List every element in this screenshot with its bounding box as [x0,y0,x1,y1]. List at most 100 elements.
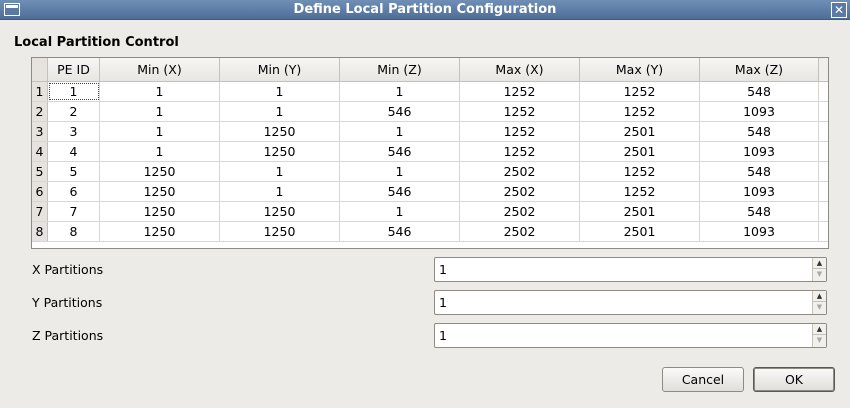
row-number[interactable]: 4 [32,142,48,161]
y-partitions-spinner[interactable]: 1 ▲ ▼ [434,290,827,315]
table-cell[interactable]: 1 [220,182,340,201]
table-cell[interactable]: 1 [100,82,220,101]
table-cell[interactable]: 8 [48,222,100,241]
table-row[interactable]: 5 5 1250 1 1 2502 1252 548 [32,162,828,182]
table-cell[interactable]: 1250 [100,162,220,181]
table-cell[interactable]: 1 [340,122,460,141]
table-cell[interactable]: 2502 [460,202,580,221]
table-cell[interactable]: 548 [700,162,819,181]
column-header[interactable]: Max (Y) [580,58,700,81]
table-cell[interactable]: 1 [220,82,340,101]
table-cell[interactable]: 1252 [460,102,580,121]
spin-up-icon[interactable]: ▲ [813,258,826,269]
x-partitions-value[interactable]: 1 [439,262,447,277]
spin-up-icon[interactable]: ▲ [813,324,826,335]
partition-table: PE ID Min (X) Min (Y) Min (Z) Max (X) Ma… [31,57,829,249]
row-number[interactable]: 7 [32,202,48,221]
table-cell[interactable]: 4 [48,142,100,161]
table-cell[interactable]: 2501 [580,122,700,141]
table-cell[interactable]: 1 [100,102,220,121]
table-cell[interactable]: 546 [340,142,460,161]
row-number[interactable]: 5 [32,162,48,181]
table-cell[interactable]: 1250 [220,122,340,141]
table-cell[interactable]: 1252 [460,82,580,101]
table-cell[interactable]: 1250 [100,202,220,221]
column-header[interactable]: Min (Z) [340,58,460,81]
table-row[interactable]: 7 7 1250 1250 1 2502 2501 548 [32,202,828,222]
row-number[interactable]: 3 [32,122,48,141]
window-title: Define Local Partition Configuration [293,2,557,17]
table-cell[interactable]: 1252 [580,162,700,181]
ok-button[interactable]: OK [753,367,835,392]
table-cell[interactable]: 1252 [580,182,700,201]
table-cell[interactable]: 1093 [700,102,819,121]
table-cell[interactable]: 548 [700,82,819,101]
table-cell[interactable]: 1 [100,142,220,161]
table-cell[interactable]: 5 [48,162,100,181]
table-cell[interactable]: 1252 [580,82,700,101]
column-header[interactable]: Max (Z) [700,58,819,81]
spin-down-icon[interactable]: ▼ [813,335,826,346]
table-cell[interactable]: 2502 [460,162,580,181]
table-cell[interactable]: 546 [340,222,460,241]
table-row[interactable]: 1 1 1 1 1 1252 1252 548 [32,82,828,102]
table-cell[interactable]: 548 [700,202,819,221]
table-cell[interactable]: 2501 [580,202,700,221]
table-cell[interactable]: 1252 [460,142,580,161]
column-header[interactable]: PE ID [48,58,100,81]
table-cell[interactable]: 1250 [220,222,340,241]
table-cell[interactable]: 2502 [460,222,580,241]
table-cell[interactable]: 1252 [460,122,580,141]
row-number[interactable]: 2 [32,102,48,121]
table-cell[interactable]: 1 [340,202,460,221]
table-header: PE ID Min (X) Min (Y) Min (Z) Max (X) Ma… [32,58,828,82]
row-number[interactable]: 8 [32,222,48,241]
table-cell[interactable]: 1 [220,102,340,121]
table-cell[interactable]: 1093 [700,182,819,201]
table-cell[interactable]: 548 [700,122,819,141]
table-cell[interactable]: 1250 [220,142,340,161]
column-header[interactable]: Min (Y) [220,58,340,81]
table-cell[interactable]: 2502 [460,182,580,201]
table-cell[interactable]: 1250 [220,202,340,221]
cancel-button[interactable]: Cancel [662,367,744,392]
table-row[interactable]: 2 2 1 1 546 1252 1252 1093 [32,102,828,122]
table-cell[interactable]: 1250 [100,222,220,241]
spin-up-icon[interactable]: ▲ [813,291,826,302]
table-cell[interactable]: 1 [220,162,340,181]
table-cell[interactable]: 1 [340,162,460,181]
table-cell[interactable]: 3 [48,122,100,141]
table-cell[interactable]: 1250 [100,182,220,201]
table-cell[interactable]: 1093 [700,142,819,161]
table-cell[interactable]: 1 [100,122,220,141]
table-cell[interactable]: 2501 [580,142,700,161]
table-cell[interactable]: 1 [340,82,460,101]
spin-down-icon[interactable]: ▼ [813,269,826,280]
table-row[interactable]: 4 4 1 1250 546 1252 2501 1093 [32,142,828,162]
row-number[interactable]: 1 [32,82,48,101]
table-row[interactable]: 3 3 1 1250 1 1252 2501 548 [32,122,828,142]
table-cell[interactable]: 2 [48,102,100,121]
z-partitions-value[interactable]: 1 [439,328,447,343]
table-cell[interactable]: 6 [48,182,100,201]
table-row[interactable]: 8 8 1250 1250 546 2502 2501 1093 [32,222,828,242]
table-cell[interactable]: 7 [48,202,100,221]
table-cell[interactable]: 2501 [580,222,700,241]
x-partitions-spinner[interactable]: 1 ▲ ▼ [434,257,827,282]
column-header[interactable]: Min (X) [100,58,220,81]
table-cell[interactable]: 1093 [700,222,819,241]
column-header[interactable]: Max (X) [460,58,580,81]
y-partitions-value[interactable]: 1 [439,295,447,310]
table-row[interactable]: 6 6 1250 1 546 2502 1252 1093 [32,182,828,202]
spinner-arrows: ▲ ▼ [812,291,826,314]
title-bar[interactable]: Define Local Partition Configuration ✕ [0,0,850,20]
spin-down-icon[interactable]: ▼ [813,302,826,313]
row-number[interactable]: 6 [32,182,48,201]
table-cell[interactable]: 1 [48,82,100,101]
z-partitions-spinner[interactable]: 1 ▲ ▼ [434,323,827,348]
section-title: Local Partition Control [14,35,179,50]
close-icon[interactable]: ✕ [831,2,847,18]
table-cell[interactable]: 546 [340,102,460,121]
table-cell[interactable]: 546 [340,182,460,201]
table-cell[interactable]: 1252 [580,102,700,121]
